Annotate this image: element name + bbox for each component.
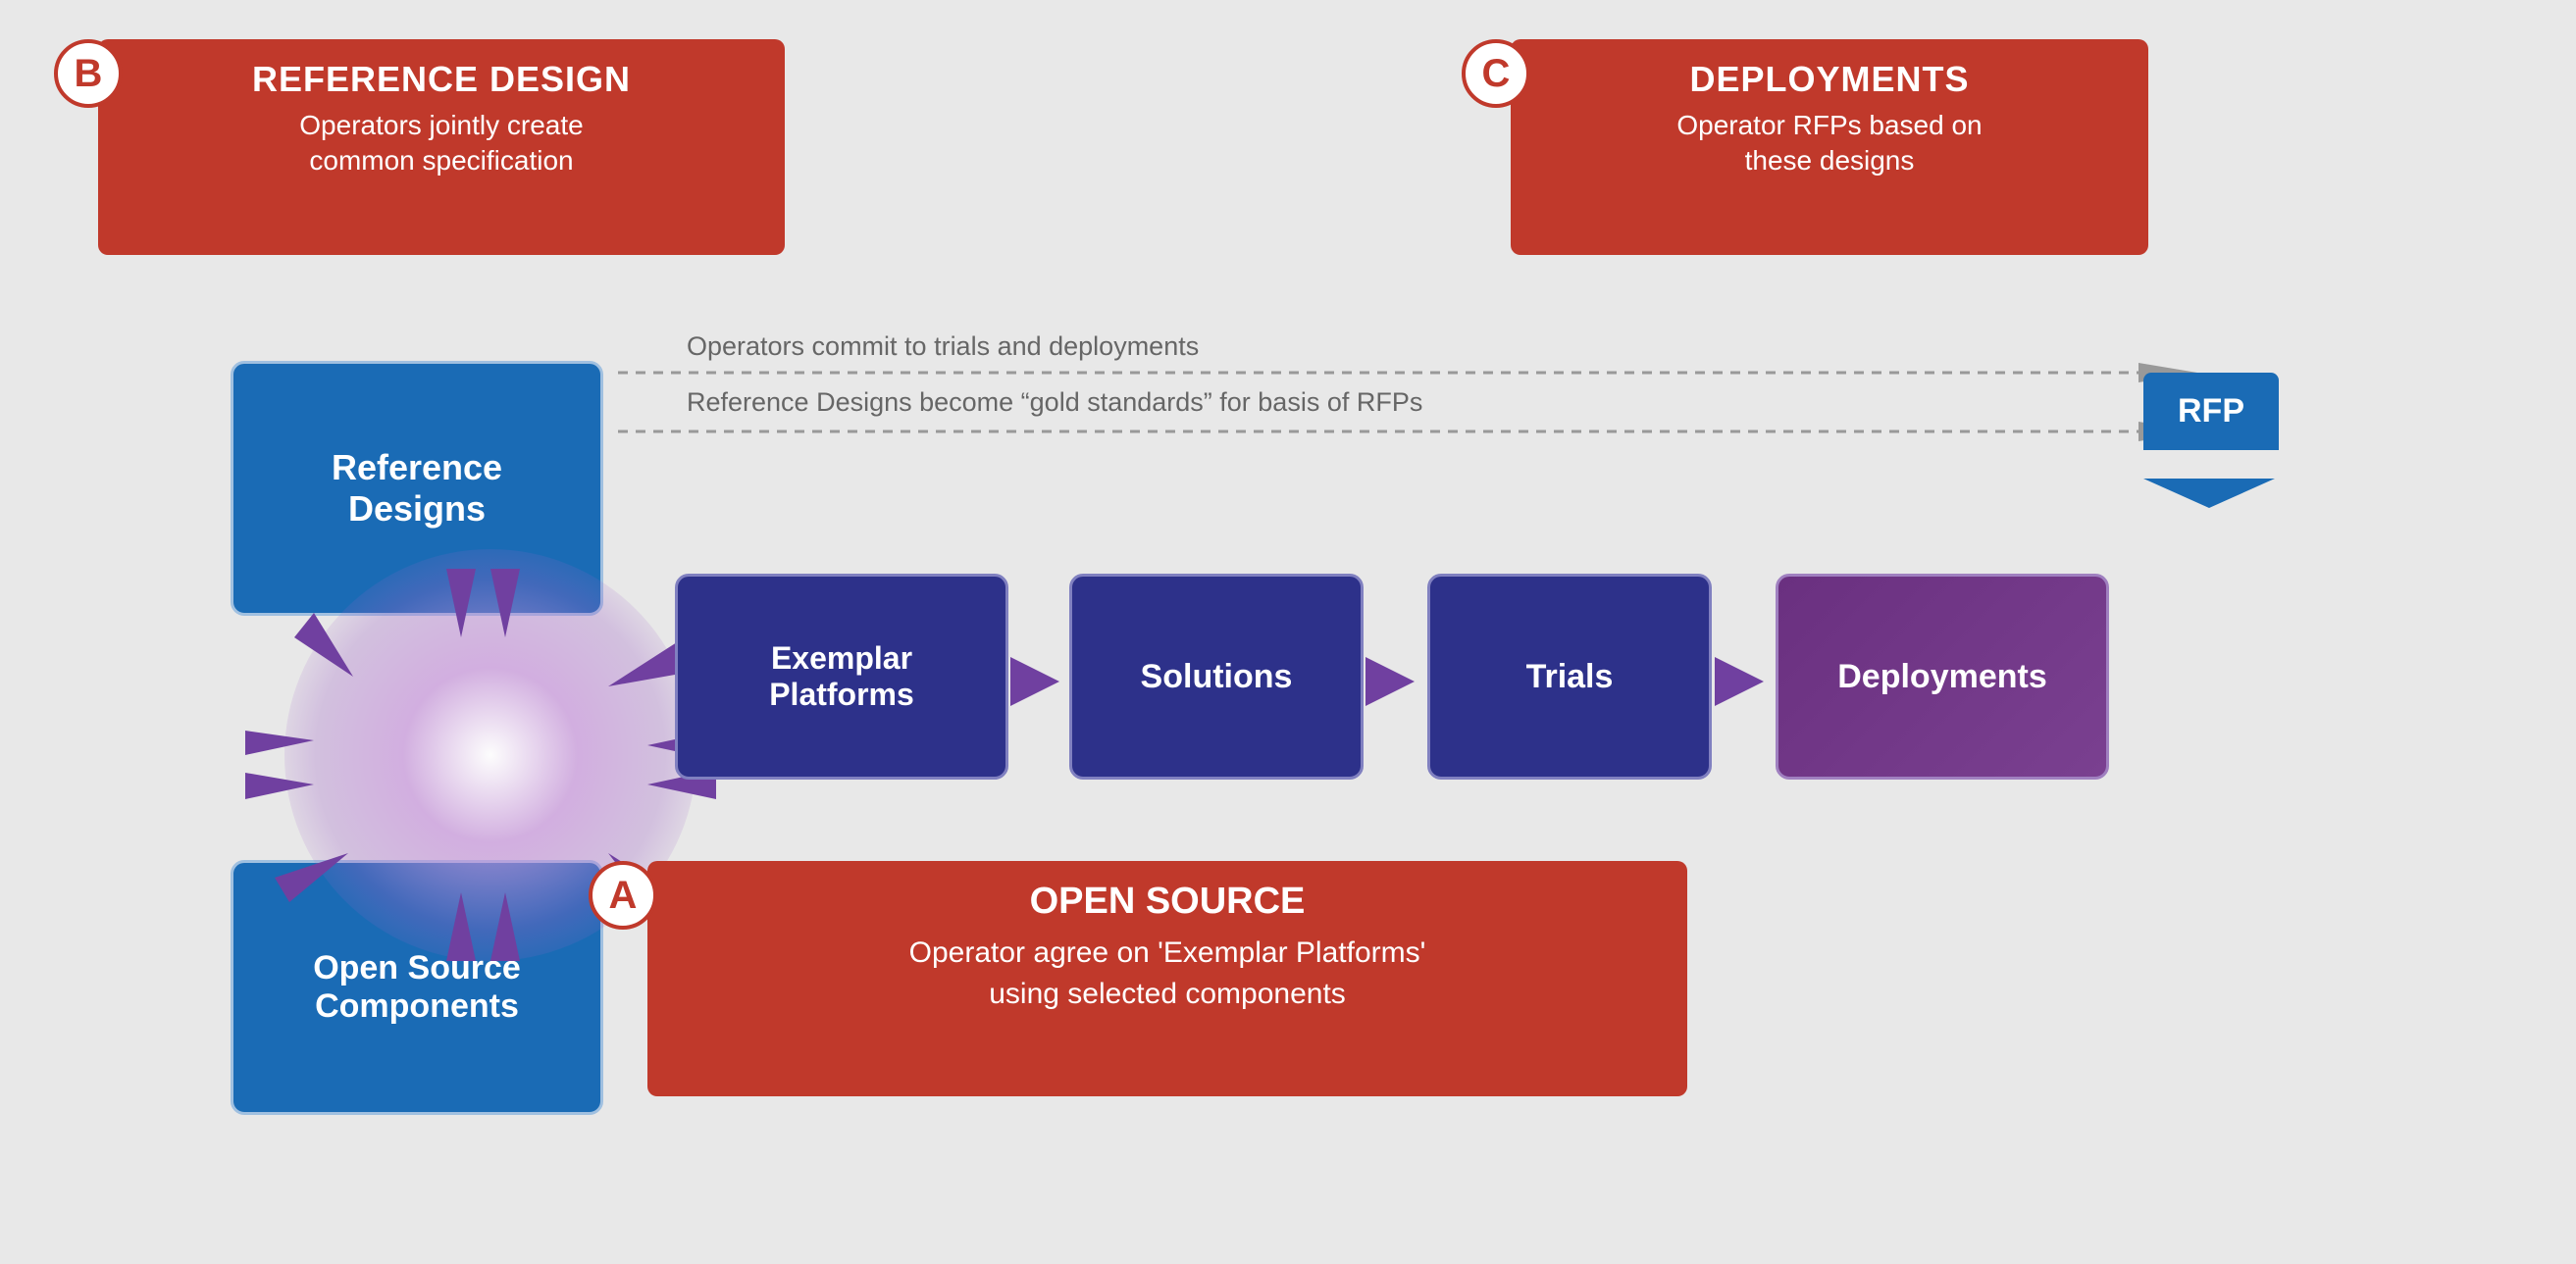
- header-reference-design: REFERENCE DESIGN Operators jointly creat…: [98, 39, 785, 255]
- label-operators-commit: Operators commit to trials and deploymen…: [687, 331, 1199, 362]
- diagram: REFERENCE DESIGN Operators jointly creat…: [0, 0, 2576, 1264]
- reference-design-title: REFERENCE DESIGN: [128, 59, 755, 100]
- reference-design-subtitle: Operators jointly createcommon specifica…: [128, 108, 755, 179]
- rfp-pennant: [2143, 479, 2275, 508]
- trials-box: Trials: [1427, 574, 1712, 780]
- arrow-solutions-trials: [1365, 647, 1434, 716]
- badge-c: C: [1462, 39, 1530, 108]
- open-source-title: OPEN SOURCE: [677, 881, 1658, 923]
- open-source-box: OPEN SOURCE Operator agree on 'Exemplar …: [647, 861, 1687, 1096]
- badge-a: A: [589, 861, 657, 930]
- open-source-subtitle: Operator agree on 'Exemplar Platforms'us…: [677, 933, 1658, 1015]
- deployments-box: Deployments: [1776, 574, 2109, 780]
- exemplar-platforms-box: ExemplarPlatforms: [675, 574, 1008, 780]
- arrow-trials-deployments: [1715, 647, 1783, 716]
- rfp-tag: RFP: [2143, 373, 2279, 450]
- deployments-subtitle: Operator RFPs based onthese designs: [1540, 108, 2119, 179]
- solutions-box: Solutions: [1069, 574, 1364, 780]
- deployments-title: DEPLOYMENTS: [1540, 59, 2119, 100]
- header-deployments: DEPLOYMENTS Operator RFPs based onthese …: [1511, 39, 2148, 255]
- label-reference-designs-gold: Reference Designs become “gold standards…: [687, 387, 1422, 418]
- badge-b: B: [54, 39, 123, 108]
